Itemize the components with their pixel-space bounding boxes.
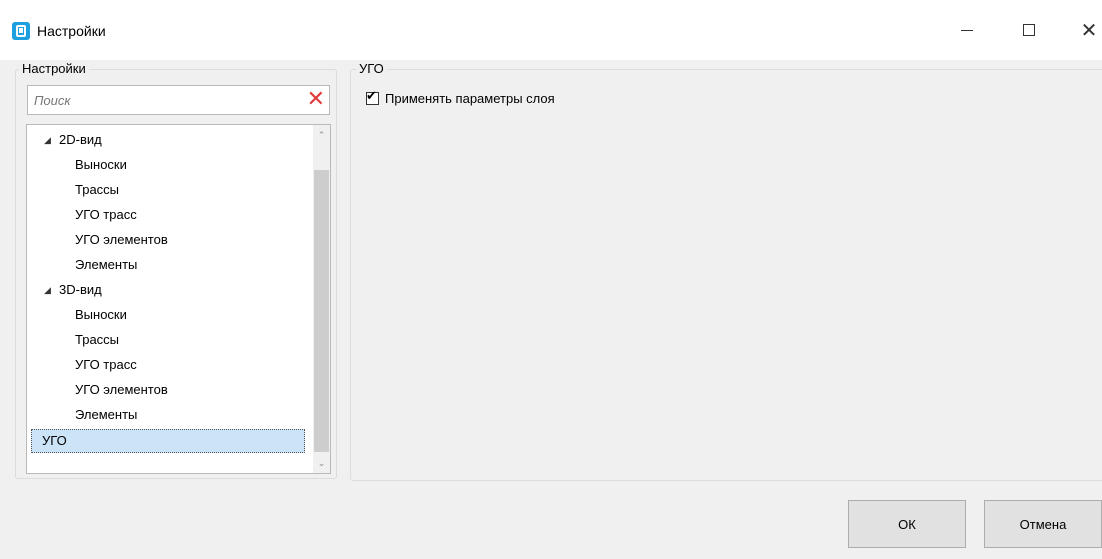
cancel-button[interactable]: Отмена xyxy=(984,500,1102,548)
search-input[interactable]: Поиск ✕ xyxy=(27,85,330,115)
maximize-button[interactable] xyxy=(1006,10,1052,50)
close-button[interactable]: ✕ xyxy=(1066,10,1102,50)
tree-item[interactable]: Выноски xyxy=(75,303,127,327)
apply-layer-params-checkbox[interactable]: ✔ xyxy=(366,89,379,105)
title-bar: Настройки ✕ xyxy=(0,0,1102,60)
tree-item[interactable]: Элементы xyxy=(75,253,137,277)
checkmark-icon: ✔ xyxy=(366,89,377,104)
minimize-icon xyxy=(961,29,973,31)
maximize-icon xyxy=(1023,24,1035,36)
ugo-settings-group: УГО ✔ Применять параметры слоя xyxy=(350,61,1102,481)
apply-layer-params-option[interactable]: ✔ Применять параметры слоя xyxy=(366,89,555,106)
tree-node-ugo-selected[interactable]: УГО xyxy=(31,429,305,453)
settings-group: Настройки Поиск ✕ ◢ 2D-вид Выноски Трасс… xyxy=(15,61,337,479)
window-title: Настройки xyxy=(37,23,106,39)
tree-item[interactable]: Трассы xyxy=(75,328,119,352)
expand-triangle-icon[interactable]: ◢ xyxy=(44,128,51,152)
tree-item[interactable]: УГО трасс xyxy=(75,203,137,227)
scroll-down-arrow-icon[interactable]: ⌄ xyxy=(313,453,330,473)
expand-triangle-icon[interactable]: ◢ xyxy=(44,278,51,302)
close-icon: ✕ xyxy=(1080,18,1098,42)
search-placeholder: Поиск xyxy=(34,93,71,108)
scrollbar-thumb[interactable] xyxy=(314,170,329,452)
ugo-group-legend: УГО xyxy=(356,61,387,77)
settings-tree[interactable]: ◢ 2D-вид Выноски Трассы УГО трасс УГО эл… xyxy=(26,124,331,474)
tree-item[interactable]: Элементы xyxy=(75,403,137,427)
tree-item[interactable]: УГО трасс xyxy=(75,353,137,377)
tree-item[interactable]: Трассы xyxy=(75,178,119,202)
minimize-button[interactable] xyxy=(944,10,990,50)
tree-scrollbar[interactable]: ⌃ ⌄ xyxy=(313,125,330,473)
apply-layer-params-label: Применять параметры слоя xyxy=(385,91,555,106)
clear-search-icon[interactable]: ✕ xyxy=(307,88,325,112)
tree-item[interactable]: Выноски xyxy=(75,153,127,177)
tree-node-3d[interactable]: ◢ 3D-вид xyxy=(44,278,102,302)
app-icon xyxy=(12,22,30,40)
tree-item[interactable]: УГО элементов xyxy=(75,228,168,252)
scroll-up-arrow-icon[interactable]: ⌃ xyxy=(313,125,330,145)
ok-button[interactable]: ОК xyxy=(848,500,966,548)
tree-item[interactable]: УГО элементов xyxy=(75,378,168,402)
tree-node-2d[interactable]: ◢ 2D-вид xyxy=(44,128,102,152)
settings-group-legend: Настройки xyxy=(19,61,89,77)
